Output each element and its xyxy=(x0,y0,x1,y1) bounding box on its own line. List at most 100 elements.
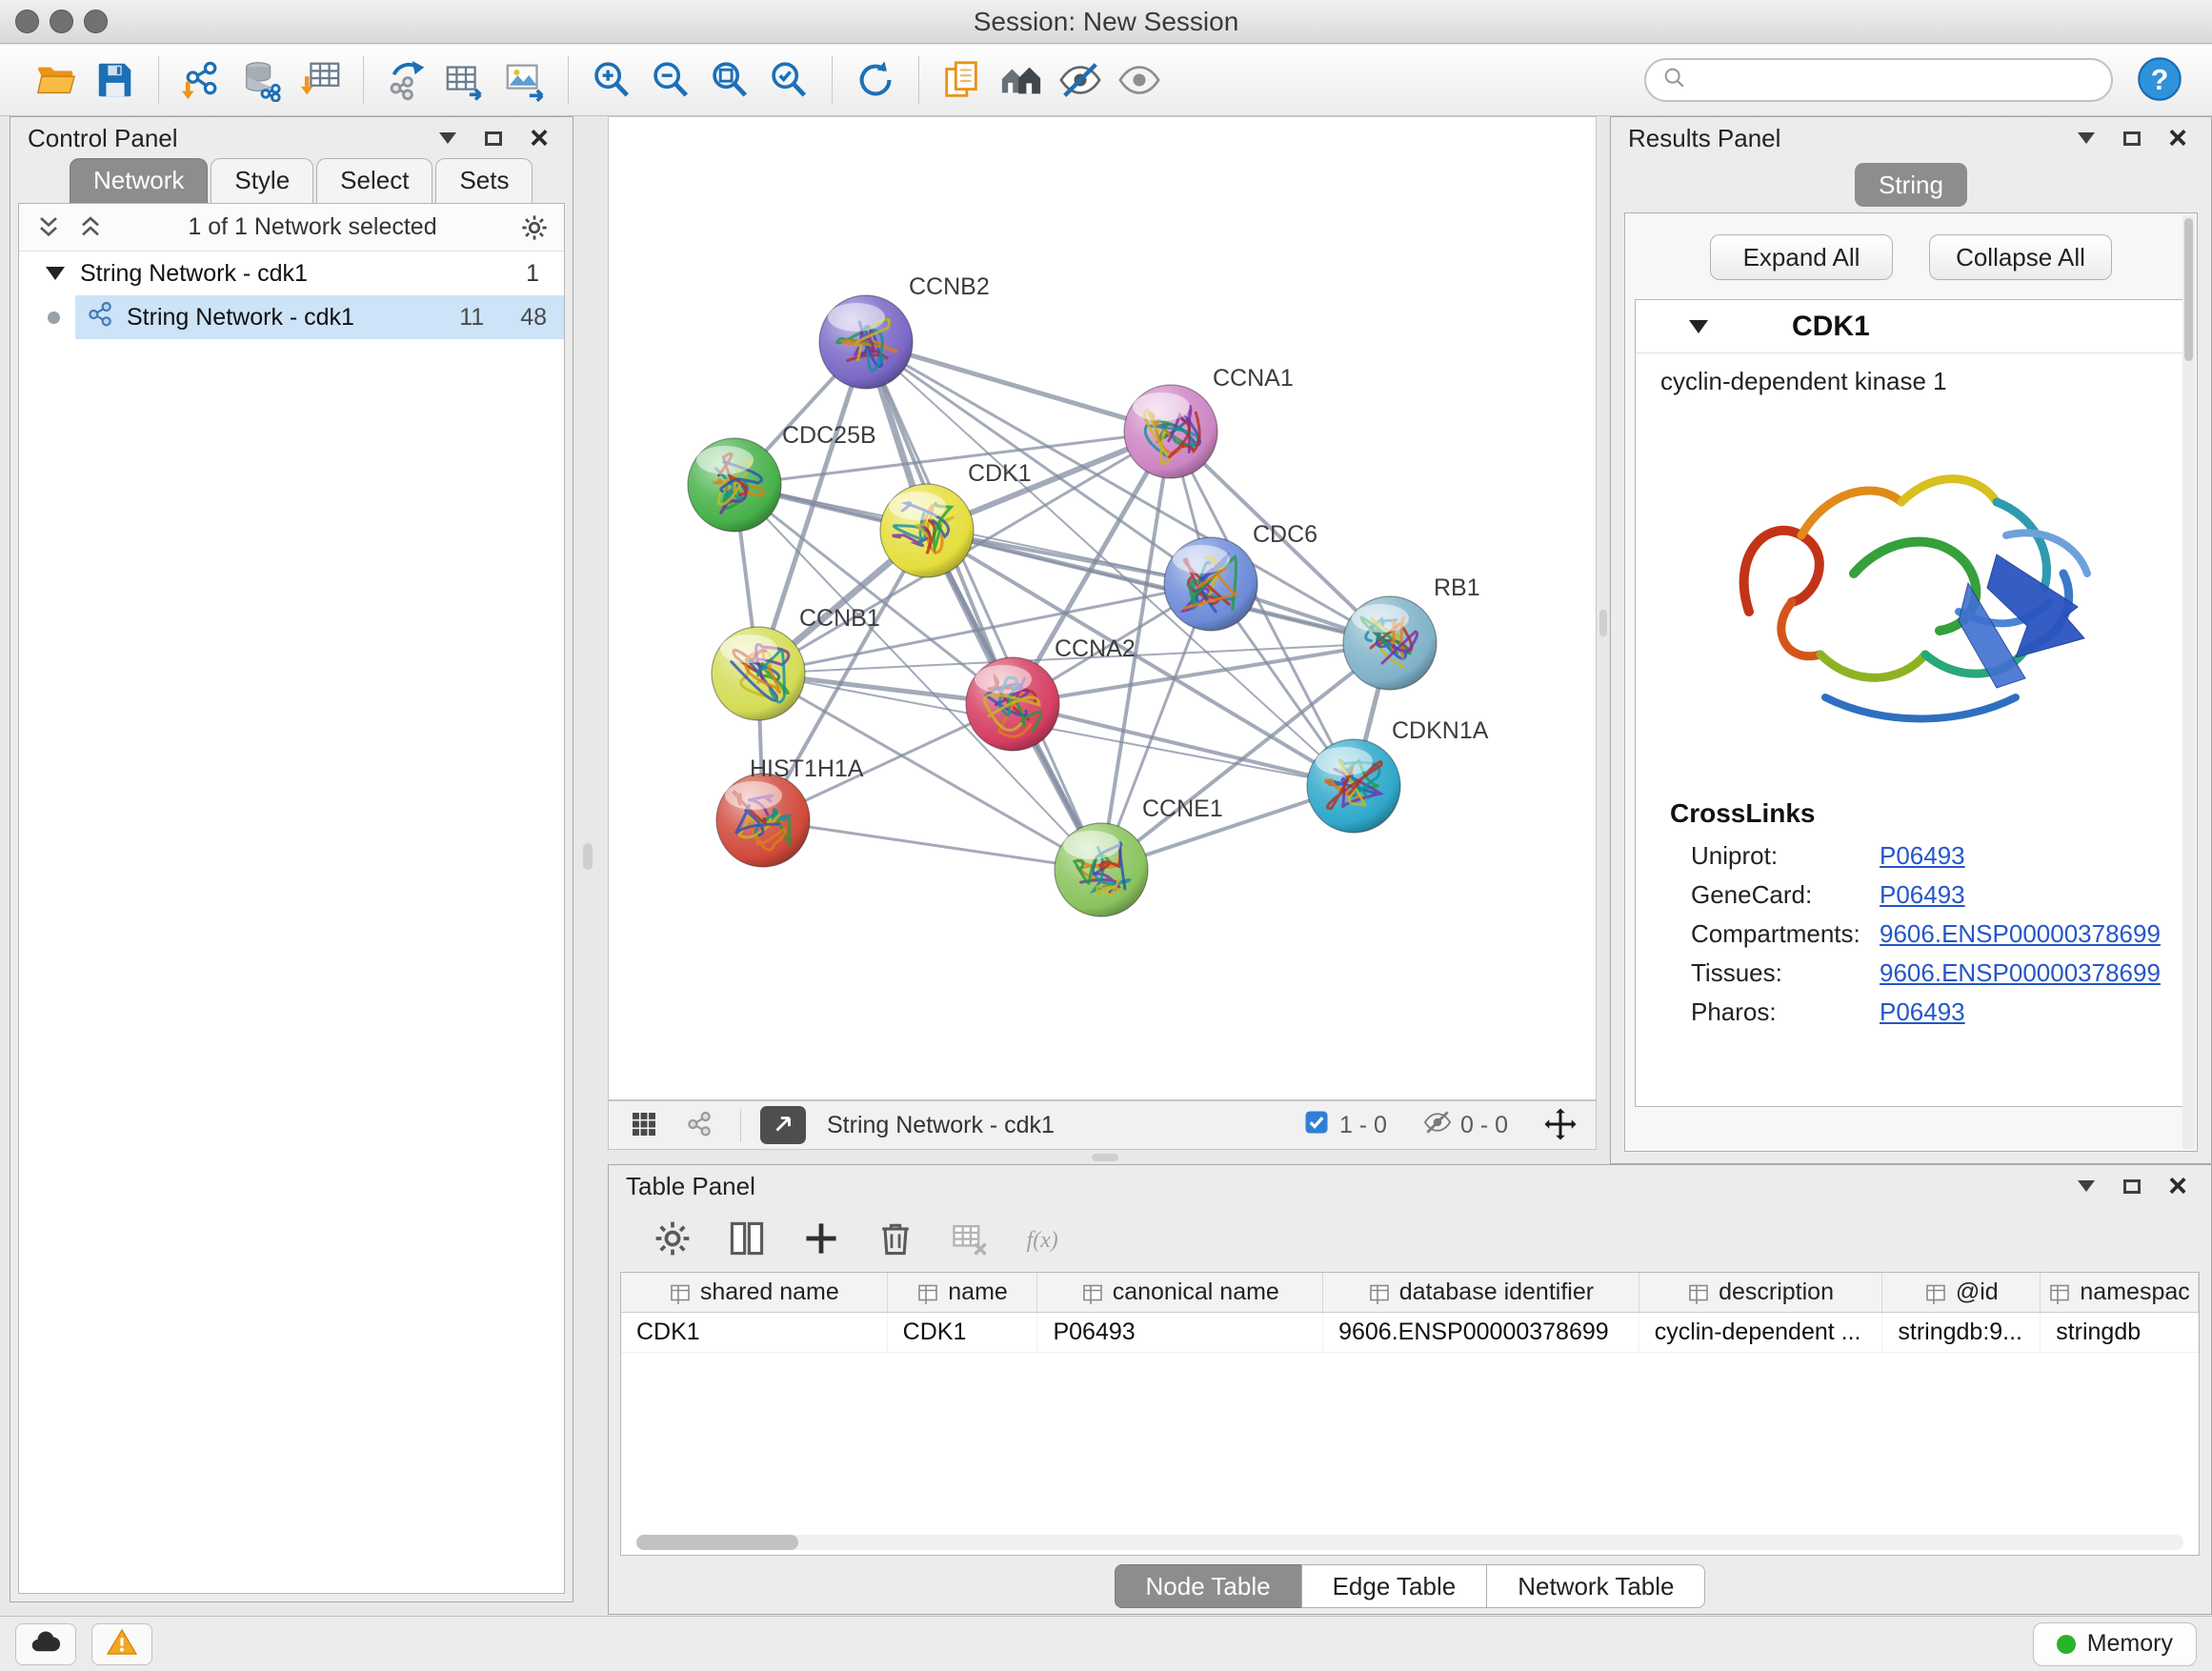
network-node-CDC6[interactable] xyxy=(1164,537,1257,631)
node-table[interactable]: shared namenamecanonical namedatabase id… xyxy=(620,1272,2200,1556)
zoom-out-button[interactable] xyxy=(641,52,700,108)
close-panel-icon[interactable]: × xyxy=(523,122,555,154)
selected-network-highlight[interactable]: String Network - cdk1 11 48 xyxy=(75,295,564,339)
zoom-in-button[interactable] xyxy=(582,52,641,108)
crosslink-compartments-link[interactable]: 9606.ENSP00000378699 xyxy=(1880,919,2161,949)
close-panel-icon[interactable]: × xyxy=(2162,1170,2194,1202)
hidden-eye-slash-icon[interactable] xyxy=(1423,1108,1452,1143)
table-cell[interactable]: CDK1 xyxy=(888,1313,1038,1352)
crosslink-genecard-link[interactable]: P06493 xyxy=(1880,880,1965,910)
float-panel-icon[interactable] xyxy=(477,122,510,154)
duplicate-button[interactable] xyxy=(933,52,992,108)
memory-button[interactable]: Memory xyxy=(2033,1622,2197,1666)
homes-button[interactable] xyxy=(992,52,1051,108)
network-node-CDC25B[interactable] xyxy=(688,438,781,532)
cloud-button[interactable] xyxy=(15,1623,76,1665)
selected-checkbox-icon[interactable] xyxy=(1302,1108,1331,1143)
export-table-button[interactable] xyxy=(436,52,495,108)
crosslink-uniprot-link[interactable]: P06493 xyxy=(1880,841,1965,871)
float-panel-icon[interactable] xyxy=(2116,1170,2148,1202)
settings-gear-button[interactable] xyxy=(647,1213,698,1264)
network-graph[interactable]: CCNB2CCNA1CDC25BCDK1CDC6RB1CCNB1CCNA2CDK… xyxy=(609,117,1596,1099)
tab-network-table[interactable]: Network Table xyxy=(1486,1564,1705,1608)
crosslink-pharos-link[interactable]: P06493 xyxy=(1880,997,1965,1027)
import-database-button[interactable] xyxy=(231,52,291,108)
results-scrollbar[interactable] xyxy=(2182,215,2195,1149)
table-cell[interactable]: 9606.ENSP00000378699 xyxy=(1323,1313,1639,1352)
column-header-database-identifier[interactable]: database identifier xyxy=(1323,1273,1639,1312)
close-window-button[interactable] xyxy=(15,10,39,33)
minimize-window-button[interactable] xyxy=(50,10,73,33)
table-hscrollbar[interactable] xyxy=(636,1535,2183,1550)
collapse-all-button[interactable]: Collapse All xyxy=(1929,234,2112,280)
crosslink-tissues-link[interactable]: 9606.ENSP00000378699 xyxy=(1880,958,2161,988)
tab-string[interactable]: String xyxy=(1855,163,1967,207)
table-cell[interactable]: stringdb xyxy=(2041,1313,2199,1352)
network-node-RB1[interactable] xyxy=(1343,596,1437,690)
table-cell[interactable]: cyclin-dependent ... xyxy=(1639,1313,1883,1352)
grid-view-button[interactable] xyxy=(622,1106,666,1144)
close-panel-icon[interactable]: × xyxy=(2162,122,2194,154)
collapse-collection-icon[interactable] xyxy=(46,267,65,280)
export-network-button[interactable] xyxy=(377,52,436,108)
bottom-splitter-handle[interactable] xyxy=(1092,1154,1118,1161)
search-input[interactable] xyxy=(1698,67,2096,94)
expand-all-button[interactable]: Expand All xyxy=(1710,234,1893,280)
collapse-all-networks-icon[interactable] xyxy=(74,211,107,244)
collapse-section-icon[interactable] xyxy=(1689,320,1708,333)
tab-edge-table[interactable]: Edge Table xyxy=(1301,1564,1488,1608)
table-cell[interactable]: stringdb:9... xyxy=(1882,1313,2041,1352)
network-collection-row[interactable]: String Network - cdk1 1 xyxy=(19,252,564,295)
float-panel-icon[interactable] xyxy=(2116,122,2148,154)
column-header-namespac[interactable]: namespac xyxy=(2041,1273,2199,1312)
network-node-CCNA1[interactable] xyxy=(1124,385,1217,478)
fit-selected-button[interactable] xyxy=(1538,1106,1582,1144)
column-header-canonical-name[interactable]: canonical name xyxy=(1037,1273,1323,1312)
right-splitter-handle[interactable] xyxy=(1599,610,1607,636)
scrollbar-thumb[interactable] xyxy=(2184,218,2193,361)
warnings-button[interactable] xyxy=(91,1623,152,1665)
open-session-button[interactable] xyxy=(27,52,86,108)
column-header--id[interactable]: @id xyxy=(1882,1273,2041,1312)
delete-row-button[interactable] xyxy=(870,1213,921,1264)
panel-menu-icon[interactable] xyxy=(2070,122,2102,154)
tab-style[interactable]: Style xyxy=(211,158,313,203)
add-row-button[interactable] xyxy=(795,1213,847,1264)
table-cell[interactable]: CDK1 xyxy=(621,1313,888,1352)
column-header-description[interactable]: description xyxy=(1639,1273,1883,1312)
tab-node-table[interactable]: Node Table xyxy=(1115,1564,1302,1608)
network-options-gear-icon[interactable] xyxy=(518,211,551,244)
network-overview-button[interactable] xyxy=(677,1106,721,1144)
refresh-button[interactable] xyxy=(846,52,905,108)
table-cell[interactable]: P06493 xyxy=(1037,1313,1323,1352)
column-header-name[interactable]: name xyxy=(888,1273,1038,1312)
network-node-CCNA2[interactable] xyxy=(966,657,1059,751)
table-row[interactable]: CDK1CDK1P064939606.ENSP00000378699cyclin… xyxy=(621,1313,2199,1353)
network-node-CDKN1A[interactable] xyxy=(1307,739,1400,833)
show-columns-button[interactable] xyxy=(721,1213,773,1264)
tab-sets[interactable]: Sets xyxy=(435,158,533,203)
import-table-button[interactable] xyxy=(291,52,350,108)
network-node-CCNB2[interactable] xyxy=(819,295,913,389)
network-row[interactable]: String Network - cdk1 11 48 xyxy=(19,295,564,339)
network-node-HIST1H1A[interactable] xyxy=(716,774,810,867)
hide-eye-button[interactable] xyxy=(1051,52,1110,108)
show-eye-button[interactable] xyxy=(1110,52,1169,108)
tab-select[interactable]: Select xyxy=(316,158,432,203)
help-button[interactable]: ? xyxy=(2134,54,2185,106)
network-node-CCNE1[interactable] xyxy=(1055,823,1148,916)
save-session-button[interactable] xyxy=(86,52,145,108)
panel-menu-icon[interactable] xyxy=(2070,1170,2102,1202)
maximize-window-button[interactable] xyxy=(84,10,108,33)
network-node-CCNB1[interactable] xyxy=(712,627,805,720)
zoom-selected-button[interactable] xyxy=(759,52,818,108)
import-network-button[interactable] xyxy=(172,52,231,108)
gene-section-header[interactable]: CDK1 xyxy=(1636,300,2186,353)
expand-all-networks-icon[interactable] xyxy=(32,211,65,244)
panel-menu-icon[interactable] xyxy=(432,122,464,154)
hscrollbar-thumb[interactable] xyxy=(636,1535,798,1550)
search-box[interactable] xyxy=(1644,58,2113,102)
column-header-shared-name[interactable]: shared name xyxy=(621,1273,888,1312)
tab-network[interactable]: Network xyxy=(70,158,208,203)
network-node-CDK1[interactable] xyxy=(880,484,974,577)
